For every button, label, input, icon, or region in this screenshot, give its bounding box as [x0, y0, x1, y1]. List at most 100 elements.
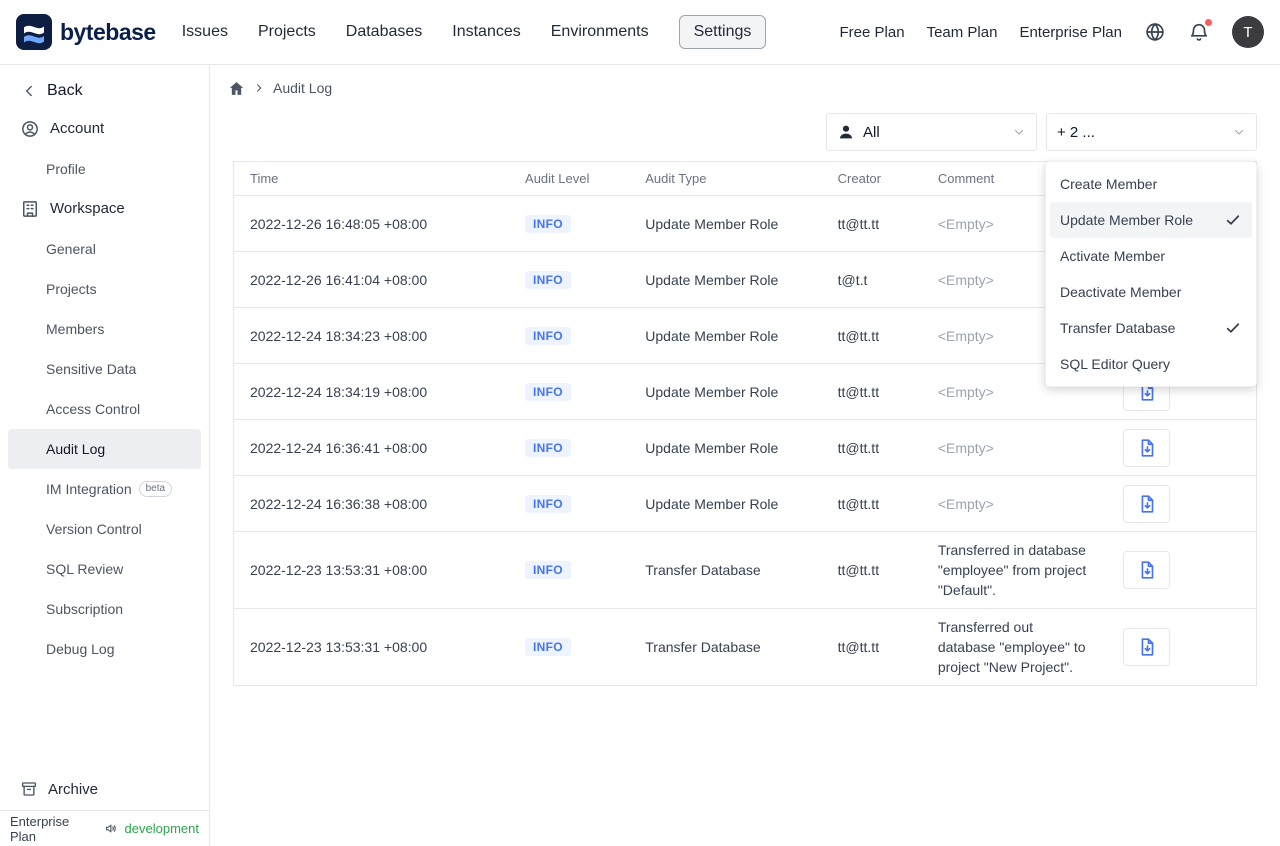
plan-links: Free Plan Team Plan Enterprise Plan	[840, 24, 1122, 41]
sidebar-item-sql-review[interactable]: SQL Review	[8, 549, 201, 589]
nav-item-instances[interactable]: Instances	[452, 23, 520, 41]
sidebar-nav: Account Profile Workspace General Projects Me…	[0, 109, 209, 669]
comment-text: <Empty>	[937, 383, 994, 400]
check-icon	[1224, 211, 1242, 229]
plan-link-team-plan[interactable]: Team Plan	[927, 24, 998, 41]
level-cell: INFO	[509, 363, 630, 420]
chevron-right-icon	[252, 81, 266, 95]
sidebar-item-version-control[interactable]: Version Control	[8, 509, 201, 549]
comment-text: Transferred in database "employee" from …	[937, 542, 1087, 598]
user-circle-icon	[20, 119, 40, 139]
creator-cell: tt@tt.tt	[821, 307, 922, 364]
level-cell: INFO	[509, 195, 630, 252]
time-cell: 2022-12-26 16:48:05 +08:00	[233, 195, 510, 252]
avatar[interactable]: T	[1232, 16, 1264, 48]
sidebar-item-label: Members	[46, 321, 105, 337]
audit-type-cell: Update Member Role	[629, 307, 822, 364]
sidebar-item-label: IM Integration	[46, 481, 132, 497]
view-log-detail-button[interactable]	[1123, 484, 1171, 523]
sidebar-footer: Enterprise Plan development	[0, 810, 209, 846]
menu-item-label: Update Member Role	[1060, 212, 1194, 228]
bytebase-logo[interactable]: bytebase	[16, 14, 156, 50]
filter-row: All + 2 ...	[233, 113, 1257, 151]
translate-icon[interactable]	[1144, 21, 1166, 43]
speaker-icon[interactable]	[104, 821, 119, 836]
breadcrumb: Audit Log	[228, 77, 1280, 99]
menu-item-label: Deactivate Member	[1060, 284, 1182, 300]
sidebar-item-sensitive-data[interactable]: Sensitive Data	[8, 349, 201, 389]
nav-item-settings[interactable]: Settings	[678, 15, 767, 49]
sidebar-item-label: Subscription	[46, 601, 124, 617]
menu-item-sql-editor-query[interactable]: SQL Editor Query	[1050, 346, 1252, 382]
comment-cell: <Empty>	[921, 475, 1108, 532]
audit-level-badge: INFO	[525, 270, 571, 289]
menu-item-deactivate-member[interactable]: Deactivate Member	[1050, 274, 1252, 310]
sidebar-item-label: Version Control	[46, 521, 142, 537]
sidebar-item-debug-log[interactable]: Debug Log	[8, 629, 201, 669]
menu-item-transfer-database[interactable]: Transfer Database	[1050, 310, 1252, 346]
menu-item-activate-member[interactable]: Activate Member	[1050, 238, 1252, 274]
comment-cell: <Empty>	[921, 419, 1108, 476]
menu-item-label: Transfer Database	[1060, 320, 1176, 336]
column-header-audit-type: Audit Type	[629, 161, 822, 196]
document-download-icon	[1136, 636, 1158, 658]
time-cell: 2022-12-24 16:36:41 +08:00	[233, 419, 510, 476]
view-log-detail-button[interactable]	[1123, 628, 1171, 666]
chevron-down-icon	[1012, 125, 1026, 139]
notification-bell-icon[interactable]	[1188, 18, 1213, 43]
sidebar-item-members[interactable]: Members	[8, 309, 201, 349]
plan-link-enterprise-plan[interactable]: Enterprise Plan	[1019, 24, 1122, 41]
nav-item-issues[interactable]: Issues	[182, 23, 228, 41]
document-download-icon	[1136, 559, 1158, 581]
audit-log-row: 2022-12-23 13:53:31 +08:00 INFO Transfer D…	[233, 531, 1257, 609]
sidebar-item-general[interactable]: General	[8, 229, 201, 269]
back-label: Back	[47, 82, 83, 99]
sidebar-item-projects[interactable]: Projects	[8, 269, 201, 309]
app-shell: Back Account Profile Workspace General Proje…	[0, 65, 1280, 846]
workspace-icon	[20, 199, 40, 219]
audit-type-cell: Update Member Role	[629, 475, 822, 532]
comment-cell: Transferred out database "employee" to p…	[921, 608, 1108, 686]
audit-type-cell: Update Member Role	[629, 251, 822, 308]
sidebar-item-archive[interactable]: Archive	[0, 768, 209, 810]
home-icon[interactable]	[228, 80, 245, 97]
menu-item-update-member-role[interactable]: Update Member Role	[1050, 202, 1252, 238]
level-cell: INFO	[509, 531, 630, 609]
sidebar-section-account: Account	[0, 109, 209, 149]
action-cell	[1107, 419, 1257, 476]
menu-item-create-member[interactable]: Create Member	[1050, 166, 1252, 202]
nav-item-projects[interactable]: Projects	[258, 23, 316, 41]
sidebar-item-label: Projects	[46, 281, 97, 297]
creator-filter-select[interactable]: All	[826, 113, 1037, 151]
sidebar-item-im-integration[interactable]: IM Integration beta	[8, 469, 201, 509]
audit-type-filter-value: + 2 ...	[1057, 123, 1095, 141]
sidebar-item-profile[interactable]: Profile	[8, 149, 201, 189]
view-log-detail-button[interactable]	[1123, 551, 1171, 589]
settings-sidebar: Back Account Profile Workspace General Proje…	[0, 65, 210, 846]
comment-text: <Empty>	[937, 327, 994, 344]
nav-item-environments[interactable]: Environments	[551, 23, 649, 41]
sidebar-item-subscription[interactable]: Subscription	[8, 589, 201, 629]
notification-dot	[1204, 18, 1213, 27]
sidebar-item-access-control[interactable]: Access Control	[8, 389, 201, 429]
time-cell: 2022-12-23 13:53:31 +08:00	[233, 608, 510, 686]
action-cell	[1107, 608, 1257, 686]
chevron-down-icon	[1232, 125, 1246, 139]
view-log-detail-button[interactable]	[1123, 428, 1171, 467]
nav-item-databases[interactable]: Databases	[346, 23, 423, 41]
column-header-creator: Creator	[821, 161, 922, 196]
comment-text: <Empty>	[937, 495, 994, 512]
audit-level-badge: INFO	[525, 494, 571, 513]
creator-filter-value: All	[863, 123, 880, 141]
plan-link-free-plan[interactable]: Free Plan	[840, 24, 905, 41]
comment-text: <Empty>	[937, 439, 994, 456]
sidebar-item-label: Sensitive Data	[46, 361, 137, 377]
sidebar-item-audit-log[interactable]: Audit Log	[8, 429, 201, 469]
audit-log-row: 2022-12-24 16:36:38 +08:00 INFO Update Mem…	[233, 475, 1257, 532]
person-icon	[837, 123, 855, 141]
brand-name: bytebase	[60, 18, 156, 45]
audit-type-filter-select[interactable]: + 2 ...	[1046, 113, 1257, 151]
bytebase-logo-icon	[16, 14, 52, 50]
back-button[interactable]: Back	[0, 65, 209, 109]
